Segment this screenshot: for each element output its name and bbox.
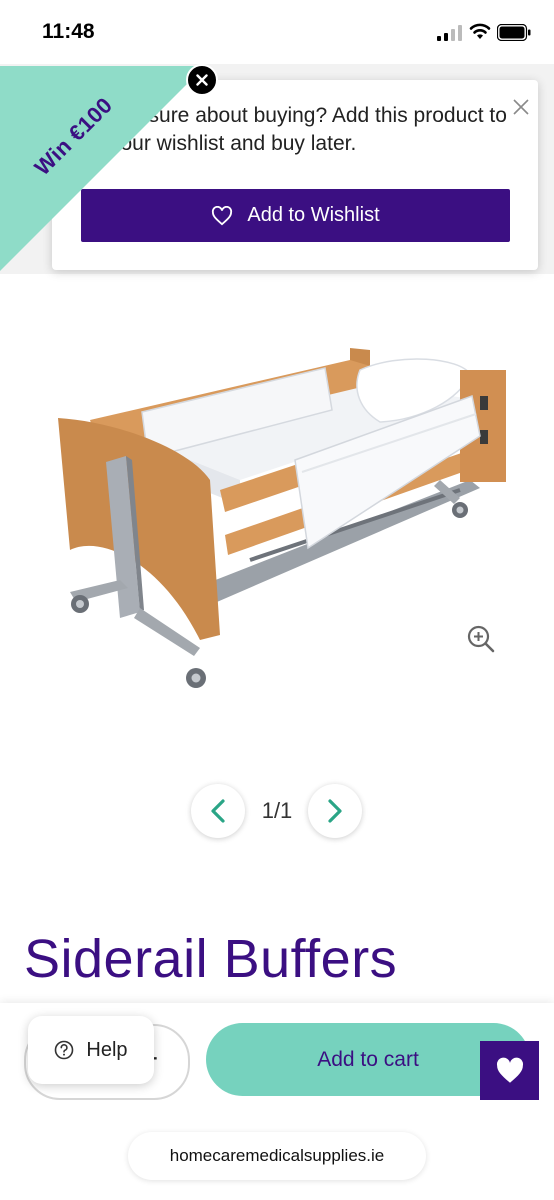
browser-url-text: homecaremedicalsupplies.ie	[169, 1146, 385, 1165]
win-promo-ribbon[interactable]: Win €100	[0, 66, 205, 271]
chevron-left-icon	[211, 799, 225, 823]
signal-icon	[437, 25, 462, 41]
help-button[interactable]: Help	[28, 1016, 154, 1084]
close-icon[interactable]	[512, 98, 530, 116]
battery-icon	[497, 24, 531, 41]
browser-address-bar[interactable]: homecaremedicalsupplies.ie	[128, 1132, 426, 1180]
gallery-counter: 1/1	[261, 798, 293, 823]
close-icon	[196, 74, 208, 86]
add-to-wishlist-label: Add to Wishlist	[247, 204, 380, 226]
chevron-right-icon	[328, 799, 342, 823]
gallery-prev-button[interactable]	[191, 784, 245, 838]
wishlist-heart-button[interactable]	[480, 1041, 539, 1100]
heart-icon	[496, 1057, 523, 1083]
gallery-next-button[interactable]	[308, 784, 362, 838]
wifi-icon	[469, 23, 491, 39]
zoom-in-icon[interactable]	[466, 624, 496, 654]
help-label: Help	[86, 1038, 128, 1061]
product-image[interactable]	[40, 330, 520, 710]
ribbon-close-button[interactable]	[186, 64, 218, 96]
product-title: Siderail Buffers	[24, 929, 398, 989]
status-time: 11:48	[42, 20, 95, 43]
heart-outline-icon	[212, 205, 233, 225]
status-bar: 11:48	[0, 0, 554, 64]
question-circle-icon	[55, 1040, 74, 1060]
